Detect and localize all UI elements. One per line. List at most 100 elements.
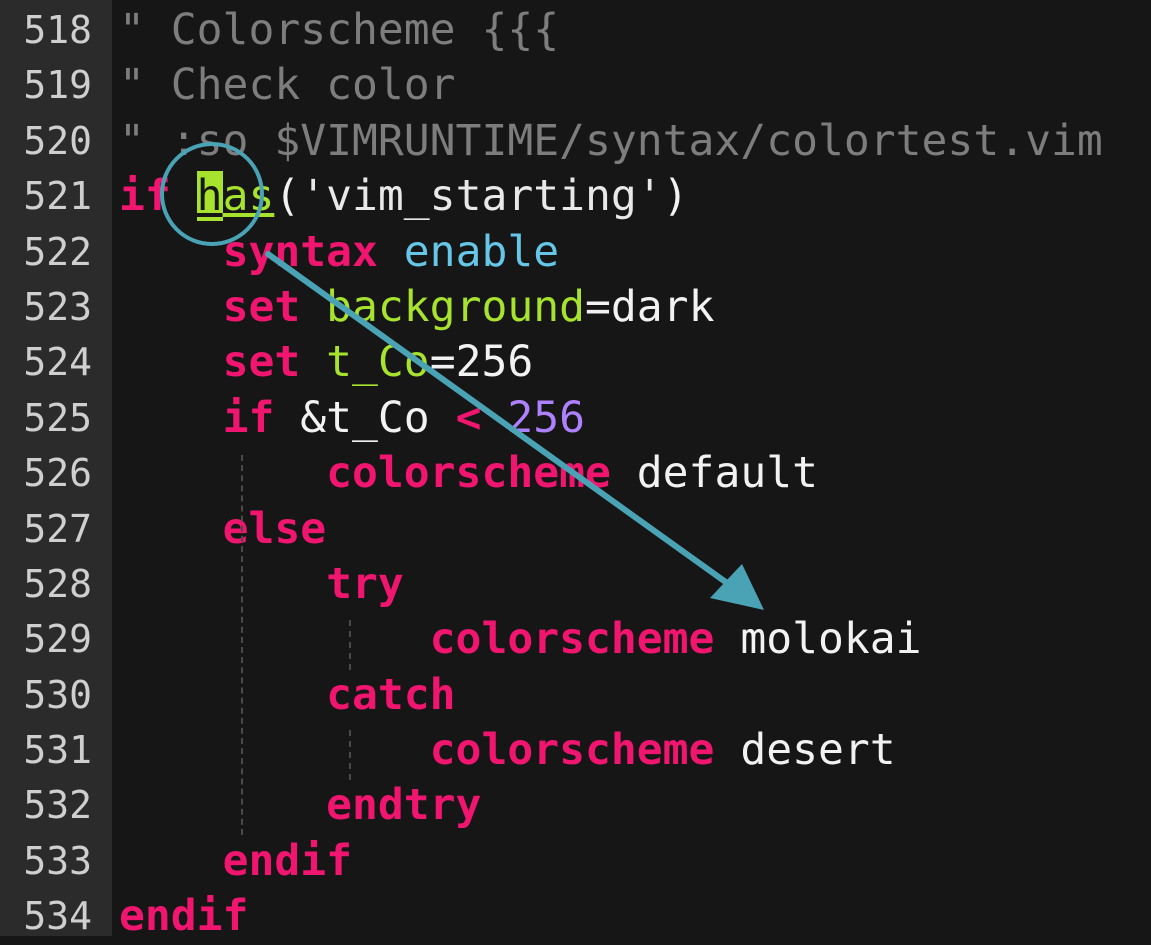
code-token: t_Co <box>326 337 430 388</box>
code-token: " <box>119 5 171 55</box>
code-line[interactable]: 524 set t_Co=256 <box>0 335 1151 390</box>
line-number: 534 <box>23 894 92 939</box>
line-code: endif <box>119 834 352 889</box>
code-line[interactable]: 533 endif <box>0 834 1151 889</box>
code-line[interactable]: 521 if has('vim_starting') <box>0 169 1151 224</box>
code-token: =256 <box>429 337 534 388</box>
code-line[interactable]: 519 " Check color <box>0 58 1151 113</box>
code-token: if <box>119 171 171 222</box>
line-number: 529 <box>23 617 92 662</box>
cursor: h <box>196 171 223 222</box>
code-token: Colorscheme {{{ <box>170 5 560 55</box>
line-code: set background=dark <box>119 280 715 335</box>
code-token: Check color <box>170 60 456 111</box>
code-token: :so $VIMRUNTIME/syntax/colortest.vim <box>170 115 1103 166</box>
code-line[interactable]: 522 syntax enable <box>0 225 1151 280</box>
line-number: 533 <box>23 838 92 883</box>
vim-editor[interactable]: 518 " Colorscheme {{{519 " Check color 520 "… <box>0 0 1151 941</box>
indent-guide <box>241 455 245 835</box>
code-line[interactable]: 530 catch <box>0 668 1151 723</box>
code-token: " <box>119 60 171 111</box>
code-token: background <box>326 281 586 332</box>
code-token: as <box>222 171 275 222</box>
line-number: 518 <box>23 8 92 52</box>
line-number: 524 <box>23 340 92 385</box>
code-token: endif <box>222 835 353 886</box>
code-token: catch <box>326 669 456 720</box>
code-lines: 518 " Colorscheme {{{519 " Check color 520 "… <box>0 3 1151 945</box>
line-number: 521 <box>23 174 92 219</box>
code-token: colorscheme <box>429 725 715 776</box>
line-code: endif <box>119 889 248 944</box>
code-token: ( <box>274 171 301 222</box>
code-line[interactable]: 525 if &t_Co < 256 <box>0 391 1151 446</box>
line-code: set t_Co=256 <box>119 335 534 390</box>
indent-guide <box>349 730 353 780</box>
code-token: < <box>455 392 482 443</box>
line-code: colorscheme desert <box>119 723 896 778</box>
code-token: syntax <box>222 226 378 277</box>
line-code: colorscheme molokai <box>119 612 922 667</box>
line-number: 522 <box>23 229 92 274</box>
code-token: if <box>222 392 275 443</box>
code-token: endif <box>119 891 249 942</box>
code-line[interactable]: 523 set background=dark <box>0 280 1151 335</box>
code-line[interactable]: 526 colorscheme default <box>0 446 1151 501</box>
indent-guide <box>349 620 353 670</box>
code-line[interactable]: 529 colorscheme molokai <box>0 612 1151 667</box>
code-line[interactable]: 527 else <box>0 502 1151 557</box>
code-token: " <box>119 115 171 166</box>
code-token: endtry <box>326 780 482 831</box>
code-line[interactable]: 520 " :so $VIMRUNTIME/syntax/colortest.vi… <box>0 114 1151 169</box>
code-token: default <box>610 448 818 499</box>
line-number: 527 <box>23 506 92 551</box>
line-code: " Check color <box>119 58 456 113</box>
code-token: try <box>326 558 404 609</box>
code-line[interactable]: 518 " Colorscheme {{{ <box>0 3 1151 58</box>
line-number: 526 <box>23 451 92 496</box>
line-number: 528 <box>23 561 92 606</box>
code-line[interactable]: 531 colorscheme desert <box>0 723 1151 778</box>
code-token: colorscheme <box>326 448 611 499</box>
line-number: 531 <box>23 728 92 773</box>
line-code: " :so $VIMRUNTIME/syntax/colortest.vim <box>119 114 1103 169</box>
line-code: syntax enable <box>119 225 560 280</box>
code-line[interactable]: 532 endtry <box>0 778 1151 833</box>
code-token: &t_Co <box>274 392 456 443</box>
line-number: 523 <box>23 284 92 329</box>
code-token: else <box>222 503 327 554</box>
line-code: endtry <box>119 778 481 833</box>
code-token: ) <box>662 171 689 222</box>
line-code: if has('vim_starting') <box>119 169 689 224</box>
line-code: try <box>119 557 404 612</box>
line-number: 530 <box>23 672 92 717</box>
code-token: enable <box>403 226 560 277</box>
code-line[interactable]: 528 try <box>0 557 1151 612</box>
code-token: set <box>222 281 301 332</box>
code-token: set <box>222 337 301 388</box>
code-line[interactable]: 534 endif <box>0 889 1151 944</box>
line-code: if &t_Co < 256 <box>119 391 585 446</box>
code-token: colorscheme <box>429 614 715 665</box>
line-code: catch <box>119 668 456 723</box>
code-token: 'vim_starting' <box>300 171 663 222</box>
code-token: desert <box>714 725 896 776</box>
code-token: =dark <box>585 281 715 332</box>
line-code: else <box>119 502 327 557</box>
line-number: 520 <box>23 118 92 163</box>
